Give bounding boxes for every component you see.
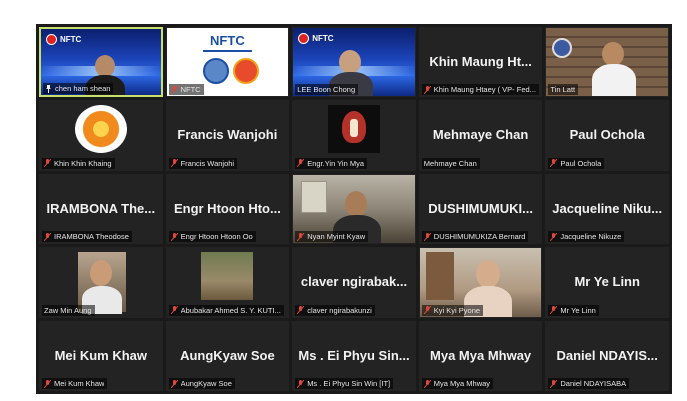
participant-tile[interactable]: DUSHIMUMUKI... DUSHIMUMUKIZA Bernard [418, 173, 543, 245]
participant-tile[interactable]: IRAMBONA The... IRAMBONA Theodose [39, 173, 163, 245]
participant-display-name: Engr Htoon Hto... [173, 200, 281, 216]
participant-tile[interactable]: claver ngirabak... claver ngirabakunzi [292, 247, 416, 318]
microphone-muted-icon [44, 159, 51, 168]
participant-name-caption: Daniel NDAYISABA [548, 378, 630, 389]
participant-tile[interactable]: Nyan Myint Kyaw [292, 173, 416, 245]
microphone-muted-icon [297, 306, 305, 315]
gallery-view-grid: NFTC chen ham shean NFTC NFTC NFTC LEE B… [36, 24, 672, 394]
participant-name-caption: Khin Khin Khaing [42, 157, 115, 169]
participant-name-caption: IRAMBONA Theodose [42, 231, 132, 243]
participant-display-name: Mehmaye Chan [432, 127, 529, 143]
participant-name-caption: Engr.Yin Yin Mya [295, 157, 368, 169]
microphone-muted-icon [170, 159, 178, 168]
participant-tile[interactable]: Khin Maung Ht... Khin Maung Htaey ( VP- … [418, 27, 543, 98]
participant-display-name: Jacqueline Niku... [552, 200, 663, 216]
microphone-muted-icon [550, 159, 558, 168]
microphone-muted-icon [550, 379, 558, 388]
participant-display-name: Francis Wanjohi [177, 127, 278, 143]
participant-tile[interactable]: Mr Ye Linn Mr Ye Linn [545, 247, 669, 318]
participant-name-caption: LEE Boon Chong [295, 84, 359, 96]
participant-display-name: Paul Ochola [569, 127, 645, 143]
participant-name-caption: Khin Maung Htaey ( VP- Fed... [421, 84, 539, 96]
microphone-muted-icon [297, 379, 305, 388]
microphone-muted-icon [550, 306, 558, 315]
participant-tile[interactable]: Engr Htoon Hto... Engr Htoon Htoon Oo [165, 173, 290, 245]
participant-name-caption: Engr Htoon Htoon Oo [168, 231, 256, 243]
participant-name-caption: claver ngirabakunzi [295, 304, 375, 316]
sun-emblem-icon [74, 105, 127, 154]
participant-name-caption: Mr Ye Linn [548, 304, 599, 316]
emblem-icon [552, 38, 573, 58]
participant-name-caption: Francis Wanjohi [168, 157, 238, 169]
participant-name-caption: NFTC [168, 84, 204, 96]
microphone-muted-icon [423, 306, 431, 315]
participant-tile[interactable]: Abubakar Ahmed S. Y. KUTI... [165, 247, 290, 318]
nftc-logo: NFTC [210, 33, 245, 48]
participant-name-caption: Kyi Kyi Pyone [421, 304, 484, 316]
participant-tile[interactable]: Mehmaye Chan Mehmaye Chan [418, 100, 543, 171]
microphone-muted-icon [170, 232, 178, 241]
participant-name-caption: AungKyaw Soe [168, 378, 235, 389]
participant-name-caption: DUSHIMUMUKIZA Bernard [421, 231, 529, 243]
participant-tile[interactable]: NFTC chen ham shean [39, 27, 163, 98]
microphone-muted-icon [550, 232, 558, 241]
participant-tile[interactable]: Zaw Min Aung [39, 247, 163, 318]
microphone-muted-icon [297, 232, 305, 241]
microphone-muted-icon [44, 232, 51, 241]
microphone-muted-icon [170, 306, 178, 315]
participant-tile[interactable]: Francis Wanjohi Francis Wanjohi [165, 100, 290, 171]
participant-display-name: Khin Maung Ht... [429, 53, 532, 69]
participant-tile[interactable]: NFTC LEE Boon Chong [292, 27, 416, 98]
participant-display-name: Mr Ye Linn [574, 274, 640, 290]
participant-tile[interactable]: Mei Kum Khaw Mei Kum Khaw [39, 320, 163, 391]
zoom-gallery-window: NFTC chen ham shean NFTC NFTC NFTC LEE B… [0, 0, 687, 401]
participant-name-caption: Ms . Ei Phyu Sin Win [IT] [295, 378, 394, 389]
profile-image [201, 252, 254, 301]
participant-name-caption: Mya Mya Mhway [421, 378, 494, 389]
participant-tile[interactable]: Ms . Ei Phyu Sin... Ms . Ei Phyu Sin Win… [292, 320, 416, 391]
participant-name-caption: Paul Ochola [548, 157, 605, 169]
participant-name-caption: Jacqueline Nikuze [548, 231, 625, 243]
participant-name-caption: Mei Kum Khaw [42, 378, 108, 389]
participant-name-caption: chen ham shean [43, 83, 114, 95]
logo-emblem-left-icon [203, 58, 230, 84]
microphone-muted-icon [423, 379, 431, 388]
participant-tile[interactable]: Kyi Kyi Pyone [418, 247, 543, 318]
participant-tile[interactable]: Jacqueline Niku... Jacqueline Nikuze [545, 173, 669, 245]
microphone-muted-icon [423, 232, 431, 241]
participant-tile[interactable]: Daniel NDAYIS... Daniel NDAYISABA [545, 320, 669, 391]
microphone-muted-icon [170, 379, 178, 388]
microphone-muted-icon [44, 379, 51, 388]
participant-tile[interactable]: Paul Ochola Paul Ochola [545, 100, 669, 171]
participant-name-caption: Tin Latt [548, 84, 579, 96]
participant-tile[interactable]: Khin Khin Khaing [39, 100, 163, 171]
participant-tile[interactable]: AungKyaw Soe AungKyaw Soe [165, 320, 290, 391]
pin-icon [46, 84, 51, 93]
participant-name-caption: Nyan Myint Kyaw [295, 231, 369, 243]
participant-display-name: Ms . Ei Phyu Sin... [298, 347, 410, 363]
profile-image [327, 105, 380, 154]
participant-display-name: Daniel NDAYIS... [556, 347, 658, 363]
participant-display-name: claver ngirabak... [300, 274, 408, 290]
participant-display-name: Mei Kum Khaw [54, 347, 148, 363]
microphone-muted-icon [170, 85, 178, 94]
participant-tile[interactable]: Engr.Yin Yin Mya [292, 100, 416, 171]
participant-name-caption: Zaw Min Aung [42, 304, 95, 316]
microphone-muted-icon [297, 159, 305, 168]
participant-tile[interactable]: Mya Mya Mhway Mya Mya Mhway [418, 320, 543, 391]
microphone-muted-icon [423, 85, 431, 94]
participant-display-name: IRAMBONA The... [46, 200, 156, 216]
participant-display-name: DUSHIMUMUKI... [428, 200, 533, 216]
participant-display-name: AungKyaw Soe [180, 347, 275, 363]
nftc-badge: NFTC [298, 33, 334, 44]
logo-emblem-right-icon [233, 58, 260, 84]
participant-display-name: Mya Mya Mhway [430, 347, 532, 363]
participant-name-caption: Abubakar Ahmed S. Y. KUTI... [168, 304, 284, 316]
participant-tile[interactable]: Tin Latt [545, 27, 669, 98]
participant-tile[interactable]: NFTC NFTC [165, 27, 290, 98]
nftc-badge: NFTC [46, 34, 81, 45]
participant-name-caption: Mehmaye Chan [421, 157, 480, 169]
